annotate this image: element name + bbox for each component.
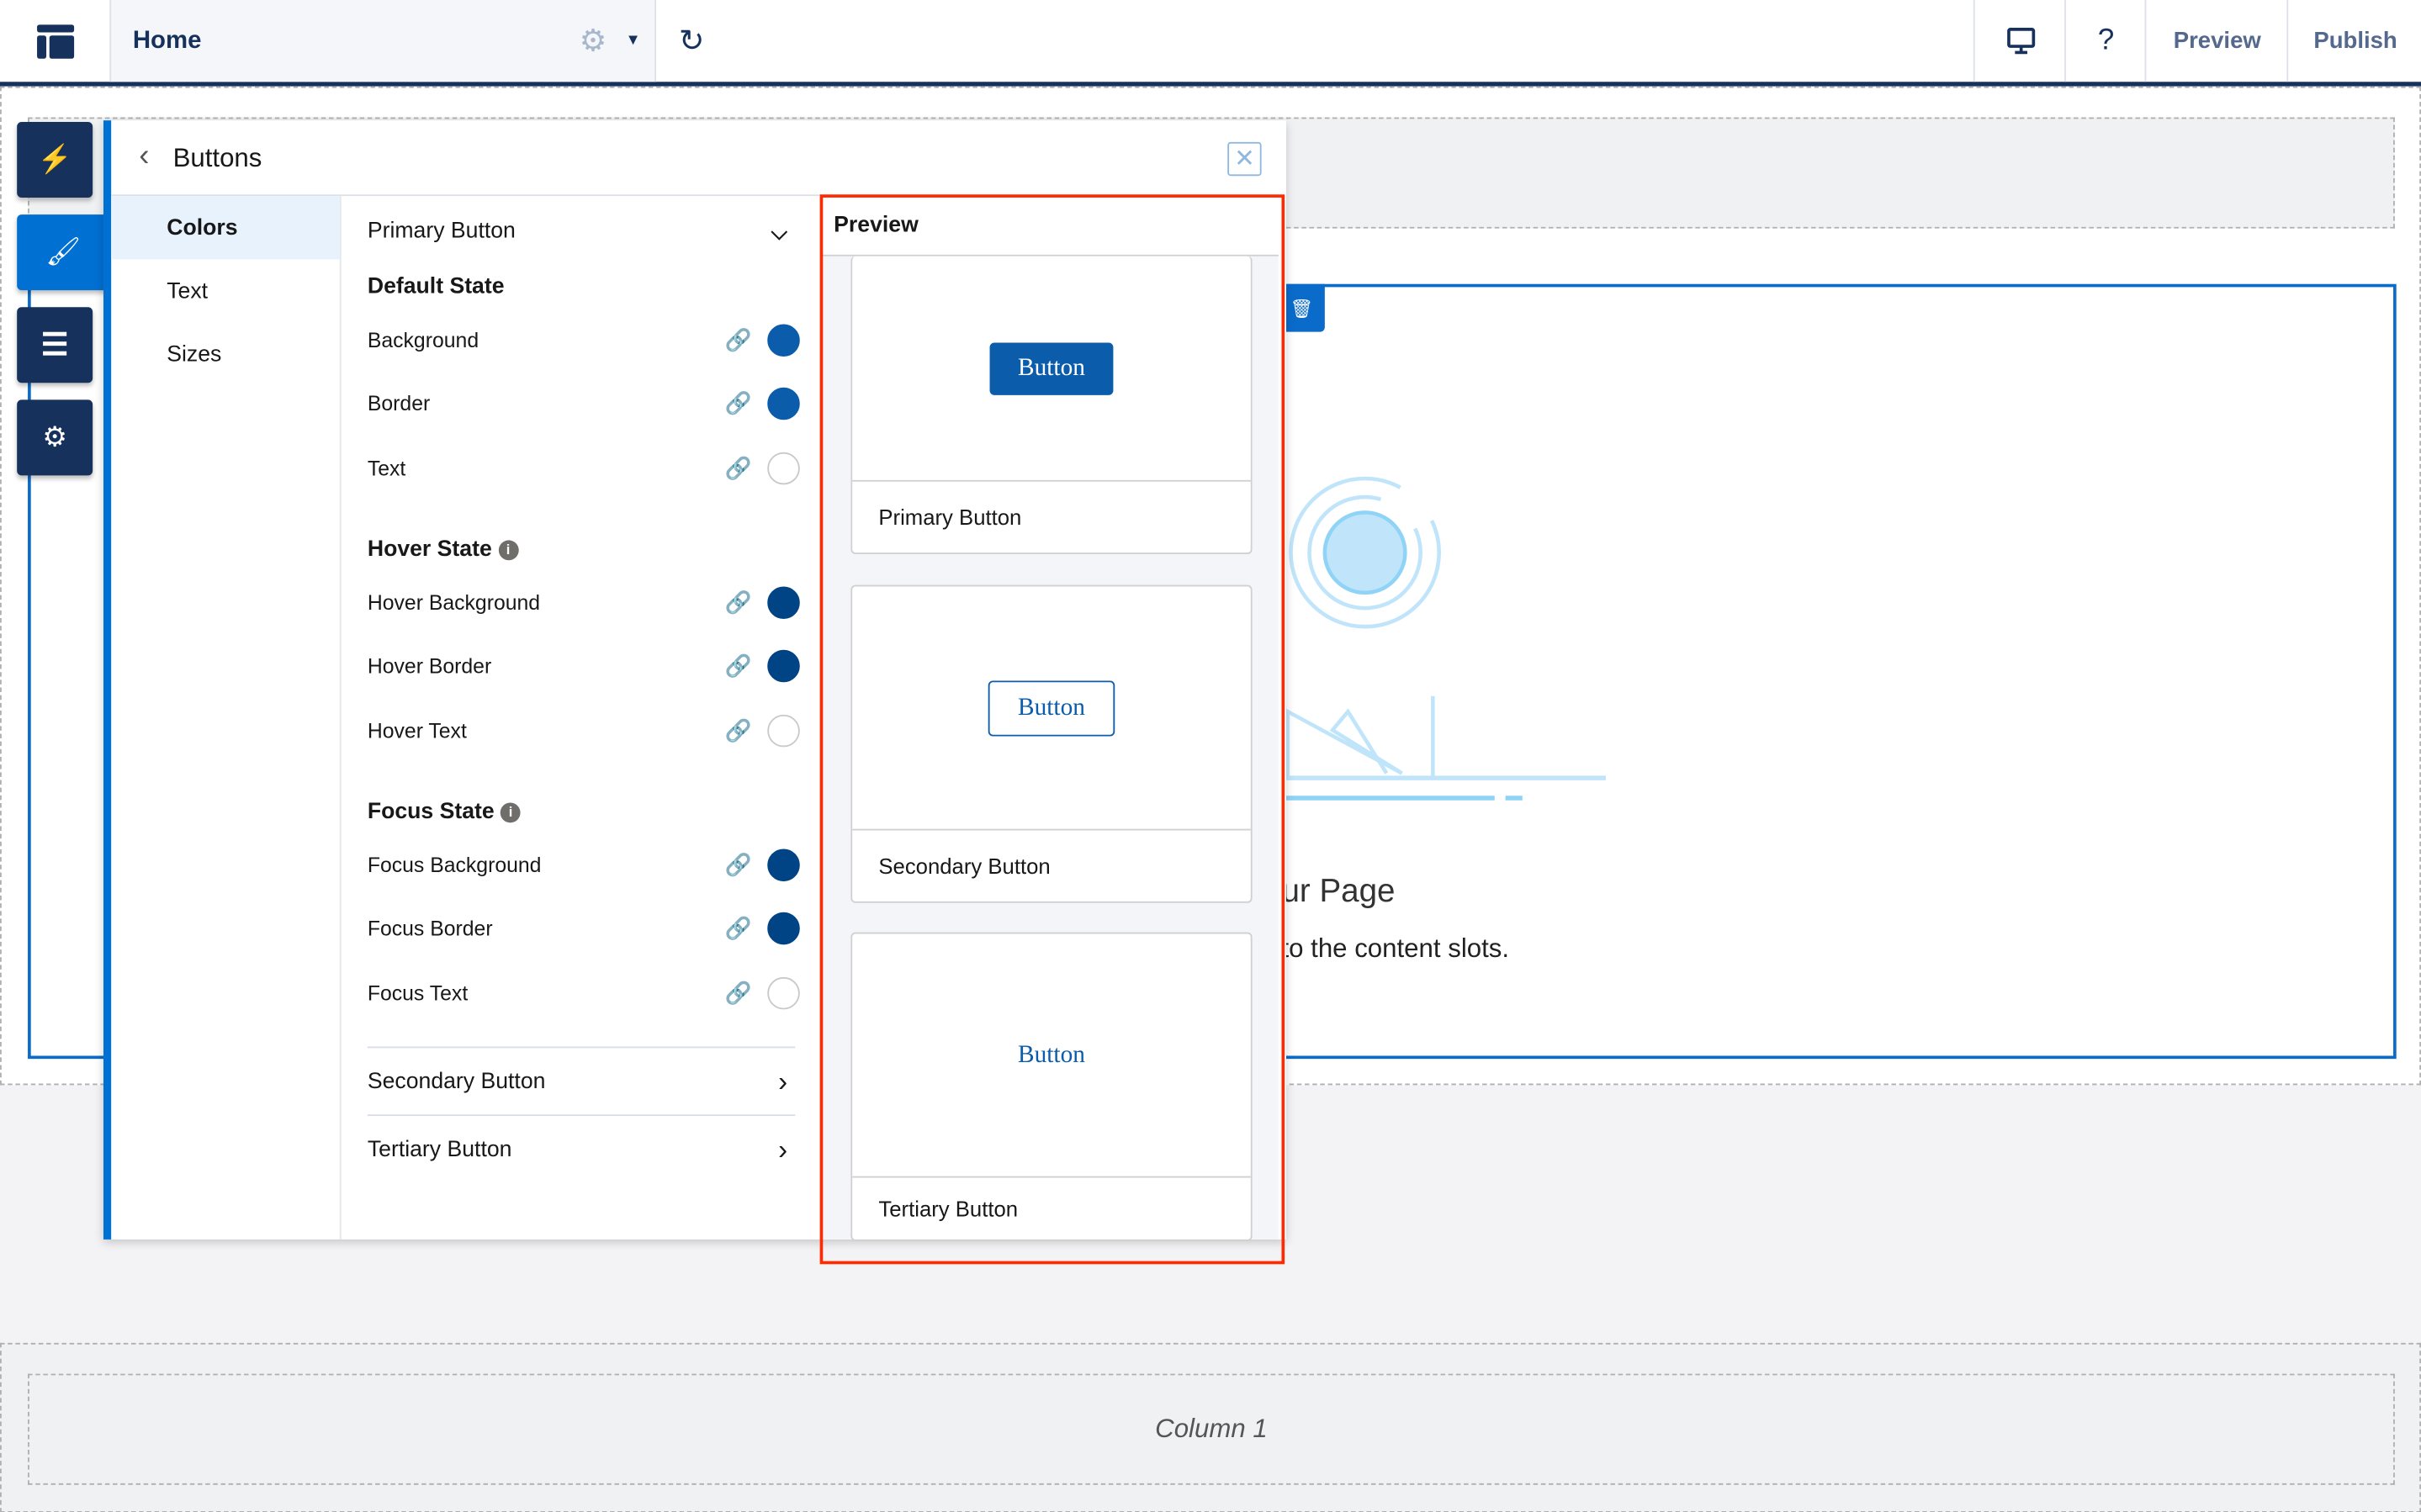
column-slot[interactable]: Column 1 [28, 1373, 2395, 1485]
info-icon[interactable]: i [501, 801, 521, 822]
page-selector[interactable]: Home ⚙ ▼ [109, 0, 657, 82]
primary-button-section[interactable]: Primary Button ⌵ [368, 209, 800, 255]
divider [339, 196, 342, 1240]
color-label: Background [367, 328, 479, 352]
color-row: Background 🔗 [368, 316, 800, 362]
link-icon[interactable]: 🔗 [725, 653, 752, 679]
top-bar: Home ⚙ ▼ ↻ ? Preview Publish [0, 0, 2421, 87]
state-title: Focus State [367, 799, 495, 825]
link-icon[interactable]: 🔗 [725, 717, 752, 743]
color-row: Focus Background 🔗 [368, 841, 800, 887]
link-icon[interactable]: 🔗 [725, 390, 752, 416]
desktop-icon [2006, 27, 2035, 54]
panel-header [111, 120, 1279, 197]
chevron-right-icon: › [778, 1134, 788, 1165]
chevron-right-icon: › [778, 1065, 788, 1097]
state-title: Default State [367, 274, 505, 300]
color-label: Hover Border [367, 654, 492, 678]
layout-icon [36, 24, 74, 58]
gear-icon: ⚙ [42, 421, 67, 452]
theme-button[interactable]: 🖌 [17, 214, 110, 291]
app-menu-button[interactable] [0, 0, 109, 82]
color-label: Focus Border [367, 917, 493, 940]
publish-button[interactable]: Publish [2286, 0, 2421, 82]
gear-icon[interactable]: ⚙ [580, 22, 607, 61]
color-label: Focus Background [367, 853, 542, 876]
color-row: Hover Background 🔗 [368, 579, 800, 625]
link-icon[interactable]: 🔗 [725, 915, 752, 941]
caret-down-icon[interactable]: ▼ [626, 33, 641, 50]
info-icon[interactable]: i [498, 539, 519, 560]
panel-title: Buttons [172, 143, 262, 173]
chevron-down-icon: ⌵ [771, 218, 788, 244]
refresh-icon: ↻ [678, 24, 705, 59]
list-icon: ☰ [40, 328, 69, 363]
components-button[interactable]: ⚡ [17, 122, 93, 198]
lightning-icon: ⚡ [37, 143, 72, 175]
color-row: Hover Border 🔗 [368, 642, 800, 689]
help-button[interactable]: ? [2064, 0, 2146, 82]
color-label: Text [367, 456, 406, 479]
color-row: Border 🔗 [368, 380, 800, 426]
link-icon[interactable]: 🔗 [725, 589, 752, 615]
secondary-button-section[interactable]: Secondary Button › [368, 1059, 800, 1105]
color-swatch[interactable] [767, 848, 800, 881]
color-swatch[interactable] [767, 451, 800, 484]
nav-colors[interactable]: Colors [167, 216, 237, 241]
tertiary-button-section[interactable]: Tertiary Button › [368, 1127, 800, 1173]
highlight-box [819, 194, 1285, 1265]
close-icon[interactable]: ✕ [1227, 141, 1262, 177]
empty-state-illustration [1278, 476, 1606, 801]
link-icon[interactable]: 🔗 [725, 980, 752, 1006]
color-swatch[interactable] [767, 649, 800, 683]
section-label: Tertiary Button [367, 1137, 512, 1163]
divider [367, 1114, 796, 1117]
state-heading: Hover State i [367, 537, 519, 563]
back-icon[interactable]: ‹ [139, 139, 149, 174]
empty-state-heading: ur Page [1281, 873, 1396, 910]
color-row: Focus Border 🔗 [368, 906, 800, 952]
color-swatch[interactable] [767, 585, 800, 619]
color-label: Hover Text [367, 718, 467, 742]
section-label: Secondary Button [367, 1070, 546, 1095]
state-heading: Focus State i [368, 800, 521, 824]
section-label: Primary Button [367, 219, 516, 245]
color-row: Focus Text 🔗 [368, 970, 800, 1016]
state-title: Hover State [367, 537, 492, 563]
link-icon[interactable]: 🔗 [725, 455, 752, 481]
preview-button[interactable]: Preview [2144, 0, 2289, 82]
nav-text[interactable]: Text [167, 279, 208, 304]
empty-state-text: to the content slots. [1281, 933, 1510, 964]
settings-button[interactable]: ⚙ [17, 399, 93, 476]
device-preview-button[interactable] [1973, 0, 2066, 82]
divider [367, 1046, 796, 1049]
state-heading: Default State [368, 275, 505, 299]
nav-sizes[interactable]: Sizes [167, 342, 221, 367]
page-structure-button[interactable]: ☰ [17, 307, 93, 383]
link-icon[interactable]: 🔗 [725, 851, 752, 877]
color-swatch[interactable] [767, 713, 800, 747]
color-label: Hover Background [367, 590, 541, 614]
color-row: Hover Text 🔗 [368, 707, 800, 753]
color-swatch[interactable] [767, 912, 800, 945]
color-swatch[interactable] [767, 323, 800, 357]
color-label: Border [367, 392, 431, 415]
link-icon[interactable]: 🔗 [725, 326, 752, 352]
refresh-button[interactable]: ↻ [654, 0, 727, 82]
page-name: Home [132, 27, 202, 54]
color-swatch[interactable] [767, 975, 800, 1009]
color-row: Text 🔗 [368, 445, 800, 491]
color-swatch[interactable] [767, 387, 800, 420]
brush-icon: 🖌 [45, 235, 82, 267]
color-label: Focus Text [367, 981, 469, 1004]
